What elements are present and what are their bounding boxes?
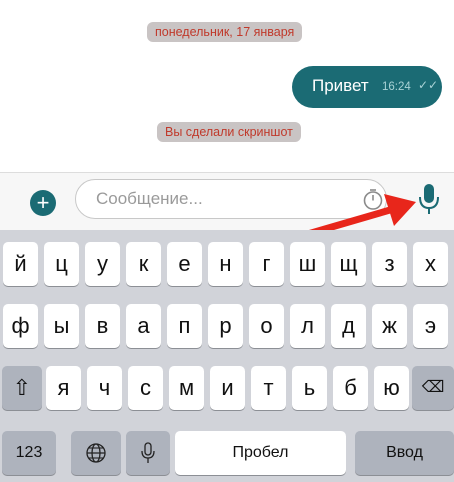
globe-icon: [86, 443, 106, 463]
screenshot-notice: Вы сделали скриншот: [157, 122, 301, 142]
key-х[interactable]: х: [413, 242, 448, 286]
outgoing-message-bubble[interactable]: Привет 16:24 ✓✓: [292, 66, 442, 108]
key-п[interactable]: п: [167, 304, 202, 348]
message-time: 16:24: [382, 81, 411, 93]
space-key[interactable]: Пробел: [175, 431, 346, 475]
key-ы[interactable]: ы: [44, 304, 79, 348]
key-ю[interactable]: ю: [374, 366, 409, 410]
key-с[interactable]: с: [128, 366, 163, 410]
attach-button[interactable]: +: [30, 190, 56, 216]
dictation-key[interactable]: [126, 431, 170, 475]
key-в[interactable]: в: [85, 304, 120, 348]
message-placeholder: Сообщение...: [96, 189, 203, 208]
key-ж[interactable]: ж: [372, 304, 407, 348]
read-receipt-icon: ✓✓: [418, 78, 439, 92]
key-й[interactable]: й: [3, 242, 38, 286]
key-м[interactable]: м: [169, 366, 204, 410]
key-л[interactable]: л: [290, 304, 325, 348]
keyboard: йцукенгшщзх фывапролджэ ⇧ ⌫ ячсмитьбю 12…: [0, 230, 454, 482]
mic-icon: [141, 442, 155, 463]
key-ц[interactable]: ц: [44, 242, 79, 286]
key-о[interactable]: о: [249, 304, 284, 348]
message-text: Привет: [312, 76, 369, 95]
message-composer: + Сообщение...: [0, 172, 454, 231]
timer-icon[interactable]: [362, 188, 384, 210]
key-т[interactable]: т: [251, 366, 286, 410]
chat-area: понедельник, 17 января Привет 16:24 ✓✓ В…: [0, 0, 454, 170]
voice-record-mic-icon[interactable]: [418, 183, 440, 215]
key-я[interactable]: я: [46, 366, 81, 410]
key-д[interactable]: д: [331, 304, 366, 348]
key-ч[interactable]: ч: [87, 366, 122, 410]
key-и[interactable]: и: [210, 366, 245, 410]
key-ф[interactable]: ф: [3, 304, 38, 348]
date-separator: понедельник, 17 января: [147, 22, 303, 42]
key-а[interactable]: а: [126, 304, 161, 348]
key-б[interactable]: б: [333, 366, 368, 410]
key-р[interactable]: р: [208, 304, 243, 348]
key-у[interactable]: у: [85, 242, 120, 286]
key-г[interactable]: г: [249, 242, 284, 286]
key-н[interactable]: н: [208, 242, 243, 286]
key-э[interactable]: э: [413, 304, 448, 348]
globe-key[interactable]: [71, 431, 121, 475]
key-е[interactable]: е: [167, 242, 202, 286]
shift-key[interactable]: ⇧: [2, 366, 42, 410]
key-з[interactable]: з: [372, 242, 407, 286]
delete-key[interactable]: ⌫: [412, 366, 454, 410]
key-щ[interactable]: щ: [331, 242, 366, 286]
numbers-key[interactable]: 123: [2, 431, 56, 475]
return-key[interactable]: Ввод: [355, 431, 454, 475]
key-ь[interactable]: ь: [292, 366, 327, 410]
key-к[interactable]: к: [126, 242, 161, 286]
key-ш[interactable]: ш: [290, 242, 325, 286]
message-input[interactable]: Сообщение...: [75, 179, 387, 219]
